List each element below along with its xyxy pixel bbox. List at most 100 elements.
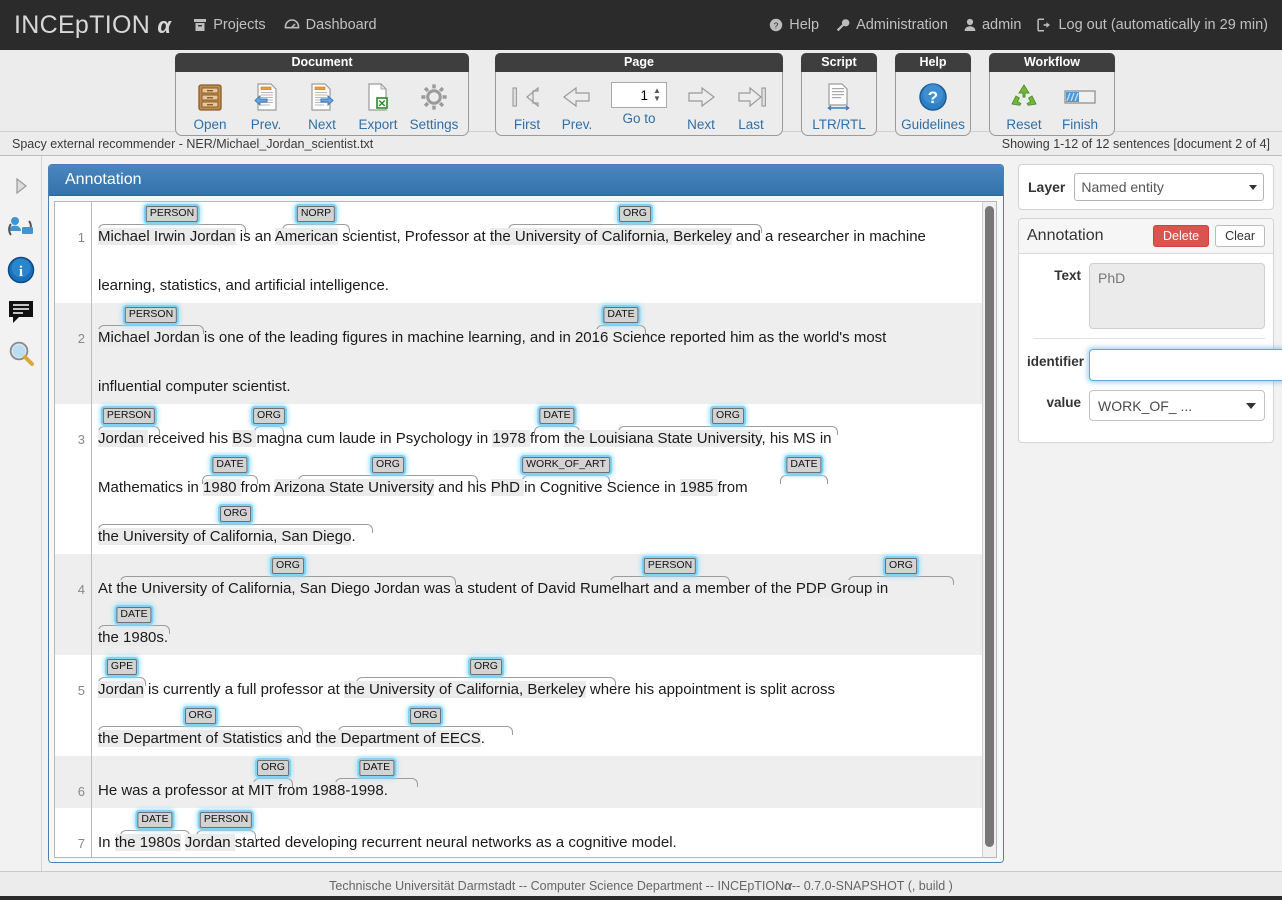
annotated-token: 1978 [492, 430, 530, 447]
layer-select[interactable]: Named entity [1074, 173, 1264, 201]
sentence-text[interactable]: PERSON NORP ORG Michael Irwin Jordan is an … [91, 202, 996, 303]
entity-label-badge[interactable]: NORP [296, 206, 336, 222]
sentence-row[interactable]: 6 ORG DATE He was a professor at MIT from 1… [55, 756, 996, 808]
scrollbar-thumb[interactable] [985, 206, 994, 847]
next-page-button[interactable]: Next [676, 76, 726, 133]
annotation-panel-title: Annotation [49, 165, 1003, 196]
sentence-row[interactable]: 7 DATE PERSON In the 1980s Jordan started d… [55, 808, 996, 857]
guidelines-button[interactable]: ? Guidelines [901, 76, 965, 133]
entity-label-badge[interactable]: ORG [619, 206, 651, 222]
nav-logout[interactable]: Log out (automatically in 29 min) [1037, 17, 1268, 33]
sentence-row[interactable]: 5 GPE ORG Jordan is currently a full profes… [55, 655, 996, 756]
annotated-token: Jordan [184, 834, 235, 851]
plain-token: is an [235, 228, 275, 245]
text-field[interactable] [1089, 263, 1265, 329]
plain-token: magna cum laude in Psychology in [256, 430, 493, 447]
document-settings-button[interactable]: Settings [406, 76, 462, 133]
sentence-text[interactable]: PERSON ORG DATE ORG Jordan received his BS … [91, 404, 996, 554]
entity-label-badge[interactable]: GPE [106, 659, 138, 675]
entity-label-badge[interactable]: DATE [137, 812, 173, 828]
sentence-text[interactable]: ORG PERSON ORG At the University of Califor… [91, 554, 996, 655]
prev-document-button[interactable]: Prev. [238, 76, 294, 133]
clear-button[interactable]: Clear [1215, 225, 1265, 247]
comment-icon[interactable] [5, 296, 37, 328]
page-number-spinner[interactable]: ▲ ▼ [611, 82, 667, 108]
entity-label-badge[interactable]: ORG [372, 457, 404, 473]
entity-label-badge[interactable]: ORG [257, 760, 289, 776]
info-icon[interactable]: i [5, 254, 37, 286]
entity-annotation[interactable]: DATE [780, 455, 828, 489]
plain-token: . [383, 782, 388, 799]
expand-sidebar-icon[interactable] [5, 170, 37, 202]
entity-label-badge[interactable]: PERSON [643, 558, 697, 574]
annotated-token: 1985 [680, 479, 718, 496]
ltr-rtl-button[interactable]: LTR/RTL [808, 76, 870, 133]
entity-label-badge[interactable]: DATE [212, 457, 248, 473]
identifier-field[interactable] [1089, 349, 1282, 381]
nav-projects[interactable]: Projects [193, 17, 266, 33]
nav-administration[interactable]: Administration [835, 17, 948, 33]
nav-help[interactable]: ? Help [769, 17, 819, 33]
sentence-text[interactable]: ORG DATE He was a professor at MIT from 19… [91, 756, 996, 808]
reset-button[interactable]: Reset [996, 76, 1052, 133]
entity-label-badge[interactable]: ORG [885, 558, 917, 574]
last-page-button[interactable]: Last [726, 76, 776, 133]
entity-label-badge[interactable]: ORG [409, 708, 442, 724]
annotation-detail-title: Annotation [1027, 227, 1104, 244]
text-line: DATE PERSON In the 1980s Jordan started de… [98, 808, 990, 857]
sentence-number: 4 [77, 582, 85, 597]
search-icon[interactable] [5, 338, 37, 370]
annotated-token: the University of California, San Diego [116, 580, 370, 597]
entity-label-badge[interactable]: ORG [253, 408, 285, 424]
entity-label-badge[interactable]: ORG [470, 659, 502, 675]
prev-page-button[interactable]: Prev. [552, 76, 602, 133]
ribbon-group-script: Script LTR/RTL [801, 53, 877, 136]
annotated-token: the Department of EECS [315, 730, 481, 747]
plain-token: and [282, 730, 316, 747]
entity-label-badge[interactable]: ORG [272, 558, 304, 574]
entity-label-badge[interactable]: DATE [603, 307, 639, 323]
finish-button[interactable]: Finish [1052, 76, 1108, 133]
value-select[interactable]: WORK_OF_ ... [1089, 390, 1265, 421]
annotation-scrollbar[interactable] [982, 202, 996, 857]
entity-label-badge[interactable]: DATE [539, 408, 575, 424]
annotated-token: PhD [490, 479, 525, 496]
group-title-help: Help [895, 53, 971, 72]
entity-label-badge[interactable]: ORG [184, 708, 217, 724]
page-number-group: ▲ ▼ Go to [602, 76, 676, 126]
entity-label-badge[interactable]: PERSON [145, 206, 199, 222]
entity-label-badge[interactable]: PERSON [102, 408, 156, 424]
sentence-row[interactable]: 4 ORG PERSON ORG At the University of Califo… [55, 554, 996, 655]
nav-dashboard[interactable]: Dashboard [284, 17, 377, 33]
plain-token: Jordan was a student of [369, 580, 538, 597]
sentence-number: 1 [77, 230, 85, 245]
annotation-text-box[interactable]: 1 PERSON NORP ORG Michael Irwin Jordan is an… [54, 201, 997, 858]
entity-label-badge[interactable]: DATE [116, 607, 152, 623]
spinner-down-arrow[interactable]: ▼ [653, 95, 661, 103]
entity-label-badge[interactable]: PERSON [199, 812, 253, 828]
sentence-row[interactable]: 2 PERSON DATE Michael Jordan is one of the … [55, 303, 996, 404]
spinner-arrows-icon[interactable]: ▲ ▼ [650, 84, 664, 106]
annotated-token: 1988-1998 [311, 782, 384, 799]
delete-button[interactable]: Delete [1152, 225, 1210, 247]
entity-label-badge[interactable]: DATE [358, 760, 395, 776]
sentence-text[interactable]: GPE ORG Jordan is currently a full profess… [91, 655, 996, 756]
first-page-button[interactable]: First [502, 76, 552, 133]
entity-label-badge[interactable]: PERSON [124, 307, 178, 323]
entity-label-badge[interactable]: DATE [786, 457, 822, 473]
nav-user[interactable]: admin [964, 17, 1021, 33]
chevron-down-icon [1246, 402, 1256, 409]
export-document-button[interactable]: Export [350, 76, 406, 133]
entity-label-badge[interactable]: ORG [712, 408, 744, 424]
recommendation-icon[interactable] [5, 212, 37, 244]
next-document-button[interactable]: Next [294, 76, 350, 133]
entity-label-badge[interactable]: ORG [219, 506, 252, 522]
open-document-button[interactable]: Open [182, 76, 238, 133]
sentence-row[interactable]: 3 PERSON ORG DATE ORG Jordan received his BS… [55, 404, 996, 554]
plain-token: in [872, 580, 889, 597]
sentence-number: 7 [77, 836, 85, 851]
entity-label-badge[interactable]: WORK_OF_ART [522, 457, 610, 473]
sentence-row[interactable]: 1 PERSON NORP ORG Michael Irwin Jordan is an… [55, 202, 996, 303]
sentence-text[interactable]: DATE PERSON In the 1980s Jordan started de… [91, 808, 996, 857]
sentence-text[interactable]: PERSON DATE Michael Jordan is one of the l… [91, 303, 996, 404]
